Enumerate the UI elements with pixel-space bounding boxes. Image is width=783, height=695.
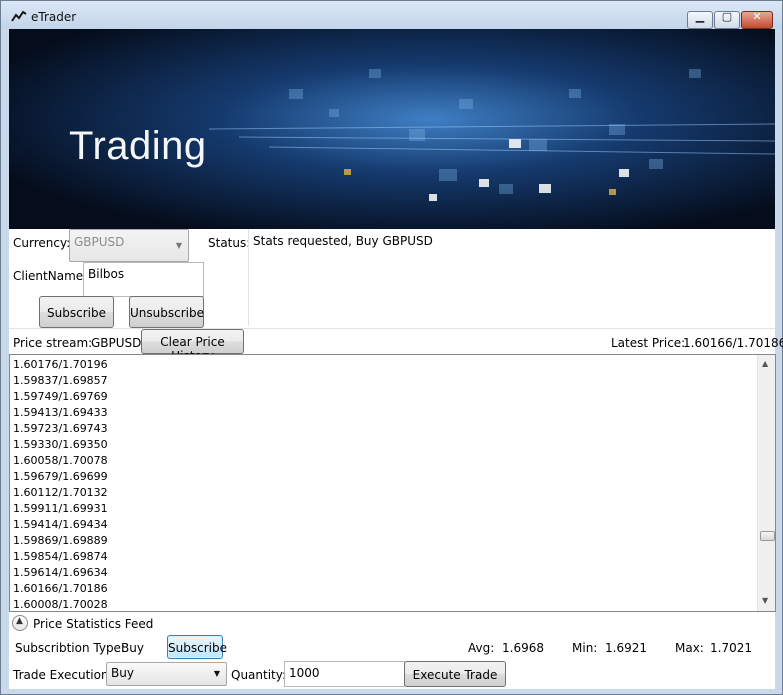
maximize-button[interactable]: ▢ — [714, 10, 740, 29]
list-item[interactable]: 1.60058/1.70078 — [13, 454, 108, 467]
list-item[interactable]: 1.59749/1.69769 — [13, 390, 108, 403]
list-item[interactable]: 1.60112/1.70132 — [13, 486, 108, 499]
quantity-input[interactable]: 1000 — [284, 661, 405, 687]
list-item[interactable]: 1.59413/1.69433 — [13, 406, 108, 419]
stats-feed-header: Price Statistics Feed — [33, 617, 154, 631]
banner-title: Trading — [69, 124, 207, 168]
form-divider — [9, 328, 775, 329]
expander-toggle[interactable]: ▲ — [12, 615, 28, 631]
unsubscribe-button[interactable]: Unsubscribe — [129, 296, 204, 328]
min-label: Min: — [572, 641, 598, 655]
price-history-list[interactable]: 1.60176/1.70196 1.59837/1.69857 1.59749/1.… — [9, 354, 776, 612]
scroll-up-icon[interactable]: ▲ — [762, 359, 768, 368]
subscription-type-value: Buy — [121, 641, 144, 655]
subscribe-button[interactable]: Subscribe — [39, 296, 114, 328]
quantity-label: Quantity: — [231, 668, 287, 682]
execute-trade-button[interactable]: Execute Trade — [404, 661, 506, 687]
list-item[interactable]: 1.59911/1.69931 — [13, 502, 108, 515]
latest-price-label: Latest Price: — [611, 336, 686, 350]
status-text: Stats requested, Buy GBPUSD — [253, 234, 433, 248]
list-item[interactable]: 1.59614/1.69634 — [13, 566, 108, 579]
avg-label: Avg: — [468, 641, 495, 655]
list-item[interactable]: 1.59854/1.69874 — [13, 550, 108, 563]
list-item[interactable]: 1.59414/1.69434 — [13, 518, 108, 531]
list-item[interactable]: 1.59330/1.69350 — [13, 438, 108, 451]
chart-line-icon — [11, 10, 27, 22]
list-item[interactable]: 1.60176/1.70196 — [13, 358, 108, 371]
list-item[interactable]: 1.59869/1.69889 — [13, 534, 108, 547]
app-window: eTrader ▁ ▢ ✕ Trading Currency: GBPUSD ▼… — [0, 0, 783, 695]
list-item[interactable]: 1.59679/1.69699 — [13, 470, 108, 483]
status-divider — [248, 229, 249, 326]
currency-select[interactable]: GBPUSD ▼ — [69, 229, 189, 262]
subscription-type-label: Subscribtion Type: — [15, 641, 125, 655]
stats-subscribe-button[interactable]: Subscribe — [167, 635, 227, 659]
main-content: Trading Currency: GBPUSD ▼ Status: Stats… — [9, 29, 783, 689]
scroll-thumb[interactable] — [760, 531, 775, 541]
minimize-button[interactable]: ▁ — [687, 10, 713, 29]
chevron-down-icon: ▼ — [175, 241, 182, 250]
clientname-input[interactable]: Bilbos — [83, 262, 204, 297]
clientname-label: ClientName: — [13, 269, 88, 283]
max-label: Max: — [675, 641, 704, 655]
trade-side-select[interactable]: Buy ▼ — [106, 662, 227, 686]
scroll-down-icon[interactable]: ▼ — [762, 596, 768, 605]
list-item[interactable]: 1.59723/1.69743 — [13, 422, 108, 435]
latest-price-value: 1.60166/1.70186 — [683, 336, 783, 350]
close-button[interactable]: ✕ — [741, 10, 773, 29]
trading-banner: Trading — [9, 29, 775, 229]
currency-label: Currency: — [13, 236, 71, 250]
list-item[interactable]: 1.59837/1.69857 — [13, 374, 108, 387]
window-title: eTrader — [31, 10, 77, 24]
chevron-down-icon: ▼ — [213, 669, 220, 678]
trade-execution-label: Trade Execution: — [13, 668, 113, 682]
list-item[interactable]: 1.60166/1.70186 — [13, 582, 108, 595]
price-stream-pair: GBPUSD — [91, 336, 142, 350]
chevron-up-icon: ▲ — [16, 616, 23, 626]
price-stream-label: Price stream: — [13, 336, 93, 350]
status-label: Status: — [208, 236, 251, 250]
title-bar: eTrader ▁ ▢ ✕ — [1, 1, 782, 29]
list-item[interactable]: 1.60008/1.70028 — [13, 598, 108, 611]
clear-price-history-button[interactable]: Clear Price History — [141, 329, 244, 363]
avg-value: 1.6968 — [502, 641, 544, 655]
min-value: 1.6921 — [605, 641, 647, 655]
max-value: 1.7021 — [710, 641, 752, 655]
vertical-scrollbar[interactable]: ▲ ▼ — [757, 355, 775, 611]
